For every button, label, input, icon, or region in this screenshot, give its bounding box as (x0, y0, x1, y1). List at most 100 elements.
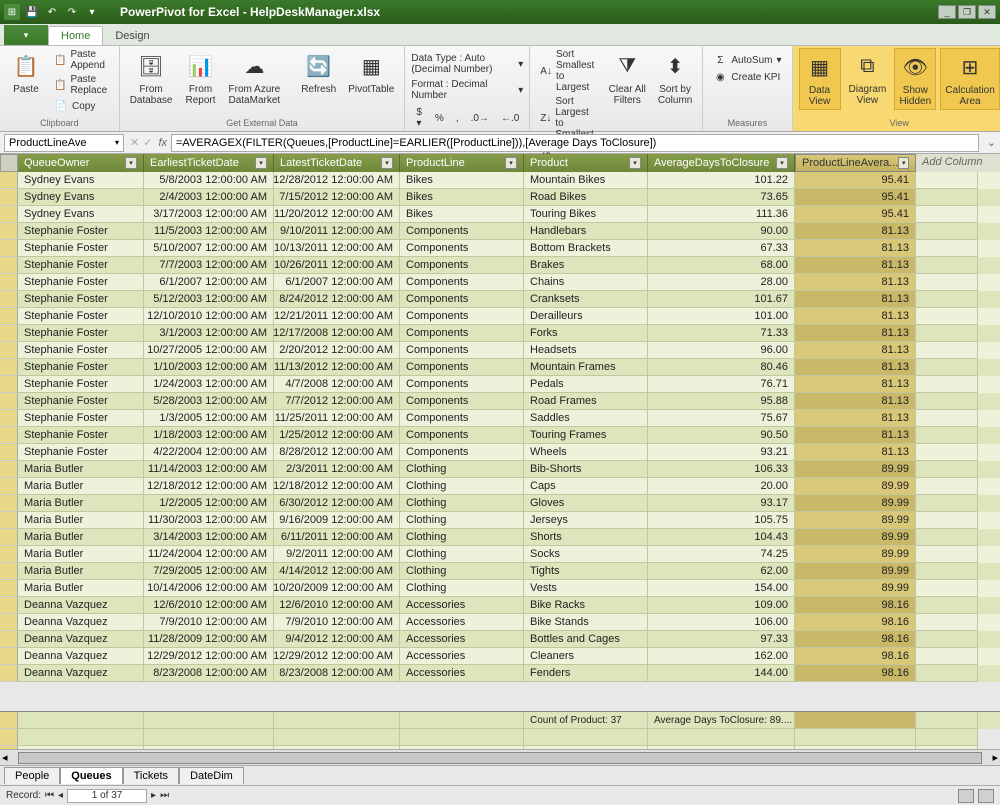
comma-button[interactable]: , (452, 112, 463, 125)
cell[interactable]: 89.99 (795, 495, 916, 512)
filter-dropdown-icon[interactable]: ▾ (776, 157, 788, 169)
cell[interactable]: 81.13 (795, 240, 916, 257)
scroll-thumb[interactable] (18, 752, 983, 764)
tab-design[interactable]: Design (103, 27, 161, 45)
cell[interactable]: 8/24/2012 12:00:00 AM (274, 291, 400, 308)
sheet-tab[interactable]: Queues (60, 767, 122, 784)
cell[interactable]: 93.21 (648, 444, 795, 461)
cell[interactable]: 109.00 (648, 597, 795, 614)
show-hidden-button[interactable]: 👁Show Hidden (894, 48, 936, 110)
tab-home[interactable]: Home (48, 26, 103, 45)
cell[interactable]: 62.00 (648, 563, 795, 580)
from-report-button[interactable]: 📊From Report (181, 48, 221, 108)
cell[interactable]: 98.16 (795, 614, 916, 631)
cell[interactable]: 5/12/2003 12:00:00 AM (144, 291, 274, 308)
cell[interactable]: Components (400, 342, 524, 359)
cell[interactable]: Wheels (524, 444, 648, 461)
cell[interactable]: 101.00 (648, 308, 795, 325)
paste-append-button[interactable]: 📋Paste Append (50, 48, 113, 72)
row-header[interactable] (0, 359, 18, 376)
row-header[interactable] (0, 648, 18, 665)
from-database-button[interactable]: 🗄From Database (126, 48, 177, 108)
row-header[interactable] (0, 325, 18, 342)
cell[interactable]: 95.41 (795, 172, 916, 189)
cell[interactable]: Cleaners (524, 648, 648, 665)
cell[interactable]: Saddles (524, 410, 648, 427)
cell[interactable]: 81.13 (795, 291, 916, 308)
cell[interactable]: 81.13 (795, 274, 916, 291)
row-header[interactable] (0, 665, 18, 682)
cell[interactable]: Stephanie Foster (18, 291, 144, 308)
cell[interactable]: 5/8/2003 12:00:00 AM (144, 172, 274, 189)
cell[interactable]: 10/13/2011 12:00:00 AM (274, 240, 400, 257)
cell[interactable]: 98.16 (795, 648, 916, 665)
undo-icon[interactable]: ↶ (44, 4, 60, 20)
cell[interactable]: Accessories (400, 631, 524, 648)
cell[interactable]: 89.99 (795, 546, 916, 563)
expand-formula-button[interactable]: ⌄ (983, 136, 1000, 149)
row-header[interactable] (0, 274, 18, 291)
cell[interactable]: 1/18/2003 12:00:00 AM (144, 427, 274, 444)
cell[interactable]: Components (400, 223, 524, 240)
cell[interactable]: 4/14/2012 12:00:00 AM (274, 563, 400, 580)
column-header[interactable]: Product▾ (524, 154, 648, 172)
cell[interactable]: 8/23/2008 12:00:00 AM (144, 665, 274, 682)
cell[interactable]: 11/5/2003 12:00:00 AM (144, 223, 274, 240)
cell[interactable]: 3/1/2003 12:00:00 AM (144, 325, 274, 342)
scroll-left-icon[interactable]: ◂ (0, 751, 10, 764)
cell[interactable]: 162.00 (648, 648, 795, 665)
cell[interactable]: Stephanie Foster (18, 359, 144, 376)
cell[interactable]: Deanna Vazquez (18, 597, 144, 614)
cell[interactable]: Bike Stands (524, 614, 648, 631)
cell[interactable]: Handlebars (524, 223, 648, 240)
cell[interactable]: Headsets (524, 342, 648, 359)
cell[interactable]: Maria Butler (18, 495, 144, 512)
cell[interactable]: 12/29/2012 12:00:00 AM (144, 648, 274, 665)
cell[interactable]: 28.00 (648, 274, 795, 291)
cell[interactable]: 1/24/2003 12:00:00 AM (144, 376, 274, 393)
cell[interactable]: Bikes (400, 172, 524, 189)
cell[interactable]: 89.99 (795, 512, 916, 529)
cell[interactable]: 5/28/2003 12:00:00 AM (144, 393, 274, 410)
file-tab[interactable]: ▾ (4, 25, 48, 45)
cell[interactable]: Stephanie Foster (18, 308, 144, 325)
cell[interactable]: 7/7/2003 12:00:00 AM (144, 257, 274, 274)
cell[interactable]: Clothing (400, 529, 524, 546)
cell[interactable]: 11/20/2012 12:00:00 AM (274, 206, 400, 223)
cell[interactable]: Sydney Evans (18, 206, 144, 223)
cell[interactable]: 89.99 (795, 529, 916, 546)
cell[interactable]: 105.75 (648, 512, 795, 529)
cell[interactable]: Accessories (400, 648, 524, 665)
paste-replace-button[interactable]: 📋Paste Replace (50, 73, 113, 97)
row-header[interactable] (0, 631, 18, 648)
copy-button[interactable]: 📄Copy (50, 98, 113, 114)
select-all-corner[interactable] (0, 154, 18, 172)
cell[interactable]: Socks (524, 546, 648, 563)
cell[interactable]: Cranksets (524, 291, 648, 308)
column-header[interactable]: ProductLine▾ (400, 154, 524, 172)
first-record-button[interactable]: ⏮ (45, 790, 54, 801)
cell[interactable]: 6/11/2011 12:00:00 AM (274, 529, 400, 546)
cell[interactable]: 101.67 (648, 291, 795, 308)
cell[interactable]: 6/1/2007 12:00:00 AM (274, 274, 400, 291)
close-button[interactable]: ✕ (978, 5, 996, 19)
cell[interactable]: Pedals (524, 376, 648, 393)
paste-button[interactable]: 📋 Paste (6, 48, 46, 97)
filter-dropdown-icon[interactable]: ▾ (505, 157, 517, 169)
percent-button[interactable]: % (431, 112, 448, 125)
cell[interactable]: Clothing (400, 478, 524, 495)
cell[interactable]: Road Frames (524, 393, 648, 410)
cell[interactable]: 1/25/2012 12:00:00 AM (274, 427, 400, 444)
cell[interactable]: 12/18/2012 12:00:00 AM (144, 478, 274, 495)
cell[interactable]: Components (400, 240, 524, 257)
cell[interactable]: 89.99 (795, 461, 916, 478)
column-header[interactable]: AverageDaysToClosure▾ (648, 154, 795, 172)
cell[interactable]: 2/20/2012 12:00:00 AM (274, 342, 400, 359)
increase-decimal-button[interactable]: .0→ (467, 112, 493, 125)
row-header[interactable] (0, 512, 18, 529)
cell[interactable]: 106.00 (648, 614, 795, 631)
data-view-button[interactable]: ▦Data View (799, 48, 841, 110)
row-header[interactable] (0, 223, 18, 240)
cell[interactable]: 89.99 (795, 580, 916, 597)
cell[interactable]: Deanna Vazquez (18, 665, 144, 682)
